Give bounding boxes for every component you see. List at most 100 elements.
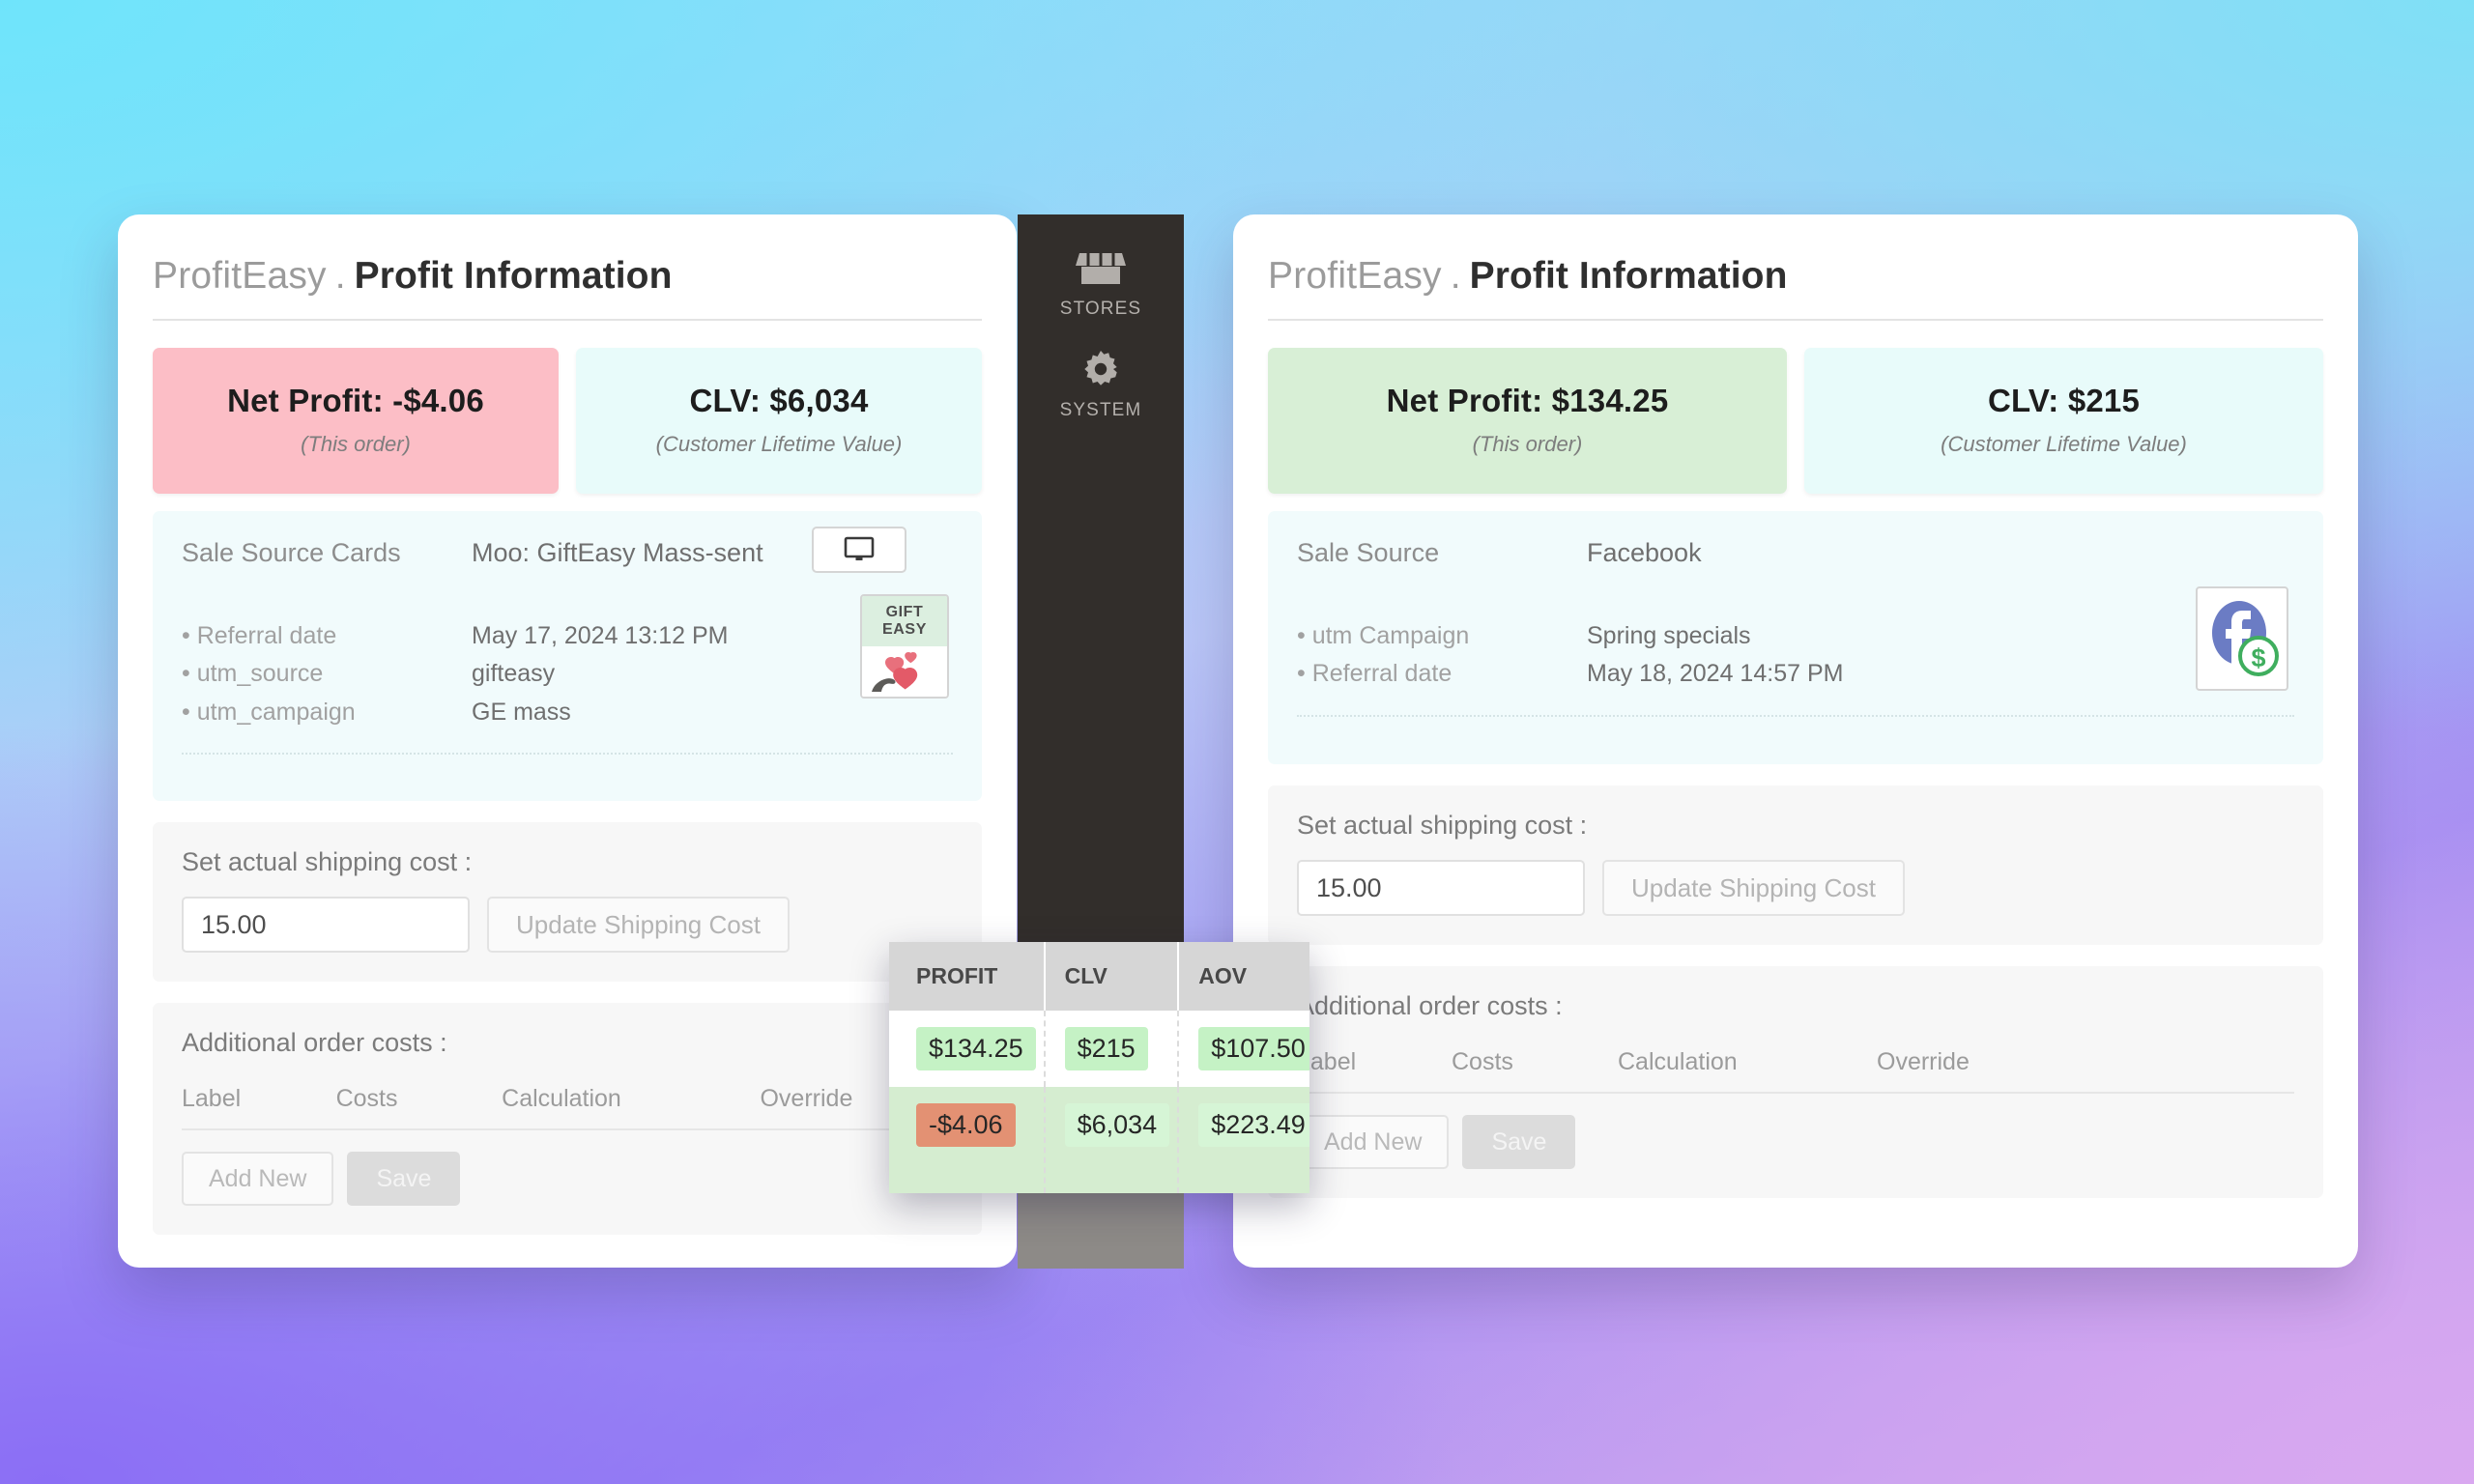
kpi-value-net-profit: Net Profit: -$4.06 (227, 383, 484, 418)
costs-table-header-left: Label Costs Calculation Override (182, 1085, 953, 1130)
kpi-sub-net-profit: (This order) (1472, 432, 1583, 456)
detail-key: • utm_campaign (182, 698, 356, 726)
page-title: Profit Information (1469, 255, 1788, 297)
column-header-aov: AOV (1178, 942, 1309, 1011)
sale-source-label: Sale Source Cards (182, 538, 401, 567)
section-divider (1297, 714, 2294, 717)
column-header-profit: PROFIT (889, 942, 1046, 1011)
column-header-costs: Costs (335, 1085, 398, 1112)
cell-aov: $223.49 (1198, 1103, 1309, 1147)
detail-row-referral-date: • Referral date May 17, 2024 13:12 PM (182, 617, 953, 656)
kpi-card-clv: CLV: $215 (Customer Lifetime Value) (1804, 348, 2323, 494)
update-shipping-cost-button[interactable]: Update Shipping Cost (487, 897, 790, 953)
cell-clv: $215 (1064, 1027, 1148, 1070)
detail-row-utm-source: • utm_source gifteasy (182, 655, 953, 694)
column-header-clv: CLV (1044, 942, 1180, 1011)
detail-key: • utm_source (182, 660, 324, 688)
add-new-button[interactable]: Add New (1297, 1115, 1450, 1169)
page-header-right: ProfitEasy . Profit Information (1268, 247, 2323, 321)
kpi-row-right: Net Profit: $134.25 (This order) CLV: $2… (1268, 348, 2323, 494)
brand-separator: . (334, 255, 346, 297)
facebook-dollar-icon: $ (2196, 586, 2288, 691)
sale-source-value: Facebook (1587, 538, 1702, 567)
section-divider (182, 753, 953, 756)
add-new-button[interactable]: Add New (182, 1152, 334, 1206)
brand-name: ProfitEasy (153, 255, 327, 297)
column-header-calculation: Calculation (1618, 1048, 1738, 1075)
additional-order-costs-label: Additional order costs : (182, 1028, 447, 1057)
detail-value: Spring specials (1587, 621, 1751, 649)
column-header-label: Label (1297, 1048, 1357, 1075)
sale-source-details-right: • utm Campaign Spring specials • Referra… (1297, 617, 2294, 694)
detail-row-utm-campaign: • utm_campaign GE mass (182, 694, 953, 732)
save-button[interactable]: Save (347, 1152, 461, 1206)
update-shipping-cost-button[interactable]: Update Shipping Cost (1602, 860, 1905, 916)
kpi-value-clv: CLV: $215 (1987, 383, 2141, 418)
column-header-calculation: Calculation (502, 1085, 621, 1112)
detail-value: GE mass (472, 698, 571, 726)
shipping-cost-input[interactable] (1297, 860, 1585, 916)
detail-row-utm-campaign: • utm Campaign Spring specials (1297, 617, 2294, 656)
kpi-card-net-profit: Net Profit: $134.25 (This order) (1268, 348, 1787, 494)
detail-key: • Referral date (182, 621, 337, 649)
gift-easy-line-1: GIFT (885, 603, 924, 620)
additional-order-costs-label: Additional order costs : (1297, 991, 1563, 1020)
sidebar-item-stores[interactable]: STORES (1018, 232, 1184, 329)
detail-value: May 17, 2024 13:12 PM (472, 621, 729, 649)
kpi-value-net-profit: Net Profit: $134.25 (1386, 383, 1669, 418)
cell-clv: $6,034 (1064, 1103, 1170, 1147)
kpi-row-left: Net Profit: -$4.06 (This order) CLV: $6,… (153, 348, 982, 494)
metrics-table: PROFIT CLV AOV $134.25 $215 $107.50 -$4.… (889, 942, 1309, 1193)
profit-information-window-right: ProfitEasy . Profit Information Net Prof… (1233, 214, 2358, 1268)
shipping-cost-label: Set actual shipping cost : (182, 847, 473, 876)
kpi-sub-net-profit: (This order) (301, 432, 411, 456)
gift-easy-card-icon: GIFT EASY (860, 594, 949, 699)
profit-information-window-left: ProfitEasy . Profit Information Net Prof… (118, 214, 1017, 1268)
cell-profit: -$4.06 (916, 1103, 1016, 1147)
column-header-label: Label (182, 1085, 242, 1112)
kpi-sub-clv: (Customer Lifetime Value) (655, 432, 903, 456)
costs-table-header-right: Label Costs Calculation Override (1297, 1048, 2294, 1094)
shipping-cost-input[interactable] (182, 897, 470, 953)
storefront-icon (1076, 249, 1126, 290)
sale-source-label: Sale Source (1297, 538, 1440, 567)
detail-key: • utm Campaign (1297, 621, 1470, 649)
desktop-monitor-icon (843, 535, 876, 564)
shipping-cost-block-right: Set actual shipping cost : Update Shippi… (1268, 785, 2323, 945)
device-type-badge (812, 527, 906, 573)
gift-easy-line-2: EASY (882, 620, 927, 638)
detail-key: • Referral date (1297, 660, 1453, 688)
sidebar-item-label: STORES (1059, 299, 1142, 319)
svg-text:$: $ (2251, 643, 2265, 672)
gear-icon (1079, 347, 1123, 391)
table-row: -$4.06 $6,034 $223.49 (889, 1087, 1309, 1193)
kpi-sub-clv: (Customer Lifetime Value) (1941, 432, 2187, 456)
cell-profit: $134.25 (916, 1027, 1036, 1070)
column-header-costs: Costs (1452, 1048, 1513, 1075)
sale-source-details-left: • Referral date May 17, 2024 13:12 PM • … (182, 617, 953, 732)
additional-order-costs-block-left: Additional order costs : Label Costs Cal… (153, 1003, 982, 1235)
cell-aov: $107.50 (1198, 1027, 1309, 1070)
detail-value: gifteasy (472, 660, 556, 688)
table-row: $134.25 $215 $107.50 (889, 1011, 1309, 1087)
metrics-comparison-popup: PROFIT CLV AOV $134.25 $215 $107.50 -$4.… (889, 942, 1309, 1193)
kpi-card-clv: CLV: $6,034 (Customer Lifetime Value) (576, 348, 982, 494)
shipping-cost-block-left: Set actual shipping cost : Update Shippi… (153, 822, 982, 982)
page-title: Profit Information (354, 255, 673, 297)
sale-source-block-left: GIFT EASY Sale Source Cards Moo: GiftEas… (153, 511, 982, 801)
sidebar-item-system[interactable]: SYSTEM (1018, 329, 1184, 431)
brand-name: ProfitEasy (1268, 255, 1442, 297)
kpi-card-net-profit: Net Profit: -$4.06 (This order) (153, 348, 559, 494)
metrics-table-header-row: PROFIT CLV AOV (889, 942, 1309, 1011)
save-button[interactable]: Save (1462, 1115, 1576, 1169)
sale-source-block-right: $ Sale Source Facebook • utm Campaign Sp… (1268, 511, 2323, 764)
brand-separator: . (1450, 255, 1461, 297)
shipping-cost-label: Set actual shipping cost : (1297, 811, 1588, 840)
column-header-override: Override (1877, 1048, 1970, 1075)
detail-row-referral-date: • Referral date May 18, 2024 14:57 PM (1297, 655, 2294, 694)
sale-source-header-right: Sale Source Facebook (1297, 536, 2294, 571)
page-header-left: ProfitEasy . Profit Information (153, 247, 982, 321)
additional-order-costs-block-right: Additional order costs : Label Costs Cal… (1268, 966, 2323, 1198)
detail-value: May 18, 2024 14:57 PM (1587, 660, 1844, 688)
sidebar-item-label: SYSTEM (1059, 400, 1142, 420)
